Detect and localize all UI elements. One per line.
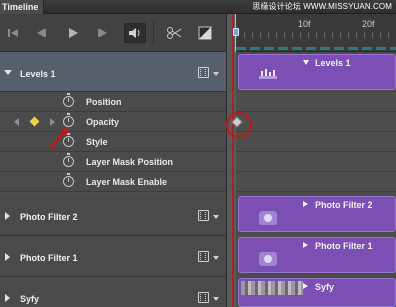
mute-audio-button[interactable] (124, 23, 146, 43)
playback-toolbar (0, 14, 226, 52)
watermark-text: 思缘设计论坛 WWW.MISSYUAN.COM (252, 2, 392, 11)
property-label: Style (86, 137, 108, 147)
play-icon (69, 28, 78, 38)
timeline-tab[interactable]: Timeline (0, 0, 44, 14)
clip-levels-1[interactable]: Levels 1 (238, 54, 396, 90)
stopwatch-icon[interactable] (63, 173, 74, 187)
keyframe-lane-position[interactable] (236, 92, 396, 112)
property-row-opacity[interactable]: Opacity (0, 112, 226, 132)
previous-keyframe-icon[interactable] (14, 118, 19, 126)
clip-photo-filter-1[interactable]: Photo Filter 1 (238, 237, 396, 273)
clip-expand-icon[interactable] (303, 242, 308, 248)
film-icon[interactable] (198, 251, 209, 262)
track-name: Photo Filter 2 (20, 212, 78, 222)
timeline-tracks-area[interactable]: 10f 20f Levels 1 Photo Filter 2 Photo Fi… (231, 14, 396, 307)
film-icon[interactable] (198, 67, 209, 78)
clip-collapse-icon[interactable] (303, 60, 309, 65)
clip-photo-filter-2[interactable]: Photo Filter 2 (238, 196, 396, 232)
skip-back-icon (8, 29, 18, 37)
film-icon[interactable] (198, 210, 209, 221)
track-header-syfy[interactable]: Syfy (0, 278, 226, 307)
panel-title-bar: Timeline 思缘设计论坛 WWW.MISSYUAN.COM (0, 0, 396, 14)
playhead-handle-icon[interactable] (233, 28, 239, 36)
stopwatch-icon[interactable] (63, 93, 74, 107)
next-keyframe-icon[interactable] (50, 118, 55, 126)
photo-filter-icon (259, 211, 277, 225)
property-row-position[interactable]: Position (0, 92, 226, 112)
clip-label: Syfy (315, 282, 335, 292)
keyframe-lane-layer-mask-enable[interactable] (236, 172, 396, 192)
clip-label: Photo Filter 2 (315, 200, 373, 210)
video-thumbnail-strip (241, 281, 303, 295)
split-at-playhead-button[interactable] (163, 23, 185, 43)
expand-triangle-icon[interactable] (5, 294, 10, 302)
property-label: Layer Mask Enable (86, 177, 168, 187)
track-name: Photo Filter 1 (20, 253, 78, 263)
ruler-ticks (236, 32, 396, 38)
transitions-button[interactable] (194, 23, 216, 43)
ruler-tick-label: 20f (362, 19, 375, 29)
property-row-layer-mask-enable[interactable]: Layer Mask Enable (0, 172, 226, 192)
property-label: Position (86, 97, 122, 107)
expand-triangle-icon[interactable] (5, 212, 10, 220)
time-ruler[interactable]: 10f 20f (236, 14, 396, 52)
property-row-layer-mask-position[interactable]: Layer Mask Position (0, 152, 226, 172)
transition-icon (198, 26, 212, 40)
film-icon[interactable] (198, 292, 209, 303)
track-header-photo-filter-1[interactable]: Photo Filter 1 (0, 237, 226, 277)
keyframe-diamond-icon[interactable] (29, 116, 40, 127)
step-back-icon (37, 29, 46, 37)
clip-expand-icon[interactable] (303, 283, 308, 289)
annotation-circle (226, 112, 252, 138)
speaker-icon (129, 28, 140, 38)
property-label: Opacity (86, 117, 120, 127)
play-button[interactable] (62, 23, 84, 43)
annotation-arrow-icon (49, 127, 68, 149)
chevron-down-icon[interactable] (213, 256, 219, 260)
panel-divider[interactable] (226, 14, 236, 307)
work-area-bar[interactable] (236, 47, 396, 50)
track-name: Syfy (20, 294, 40, 304)
toolbar-divider (153, 21, 154, 45)
track-header-photo-filter-2[interactable]: Photo Filter 2 (0, 196, 226, 236)
clip-syfy[interactable]: Syfy (238, 278, 396, 307)
ruler-tick-label: 10f (298, 19, 311, 29)
property-row-style[interactable]: Style (0, 132, 226, 152)
clip-label: Levels 1 (315, 58, 351, 68)
keyframe-lane-opacity[interactable] (231, 112, 396, 132)
stopwatch-icon[interactable] (63, 153, 74, 167)
levels-adjustment-icon (259, 69, 277, 79)
clip-label: Photo Filter 1 (315, 241, 373, 251)
start-marker-line (232, 14, 234, 307)
expand-triangle-icon[interactable] (5, 253, 10, 261)
scissors-icon (167, 27, 182, 39)
track-name: Levels 1 (20, 69, 56, 79)
previous-frame-button[interactable] (30, 23, 52, 43)
step-forward-icon (98, 29, 107, 37)
chevron-down-icon[interactable] (213, 297, 219, 301)
chevron-down-icon[interactable] (213, 215, 219, 219)
keyframe-lane-layer-mask-position[interactable] (236, 152, 396, 172)
next-frame-button[interactable] (92, 23, 114, 43)
playhead[interactable] (233, 14, 239, 52)
layers-panel: Levels 1 Position Opacity Style Layer Ma… (0, 14, 226, 307)
timeline-panel: Timeline 思缘设计论坛 WWW.MISSYUAN.COM Levels … (0, 0, 396, 307)
track-header-levels-1[interactable]: Levels 1 (0, 52, 226, 92)
photo-filter-icon (259, 252, 277, 266)
keyframe-lane-style[interactable] (236, 132, 396, 152)
clip-expand-icon[interactable] (303, 201, 308, 207)
collapse-triangle-icon[interactable] (4, 70, 12, 75)
chevron-down-icon[interactable] (213, 72, 219, 76)
go-to-first-frame-button[interactable] (2, 23, 24, 43)
property-label: Layer Mask Position (86, 157, 174, 167)
